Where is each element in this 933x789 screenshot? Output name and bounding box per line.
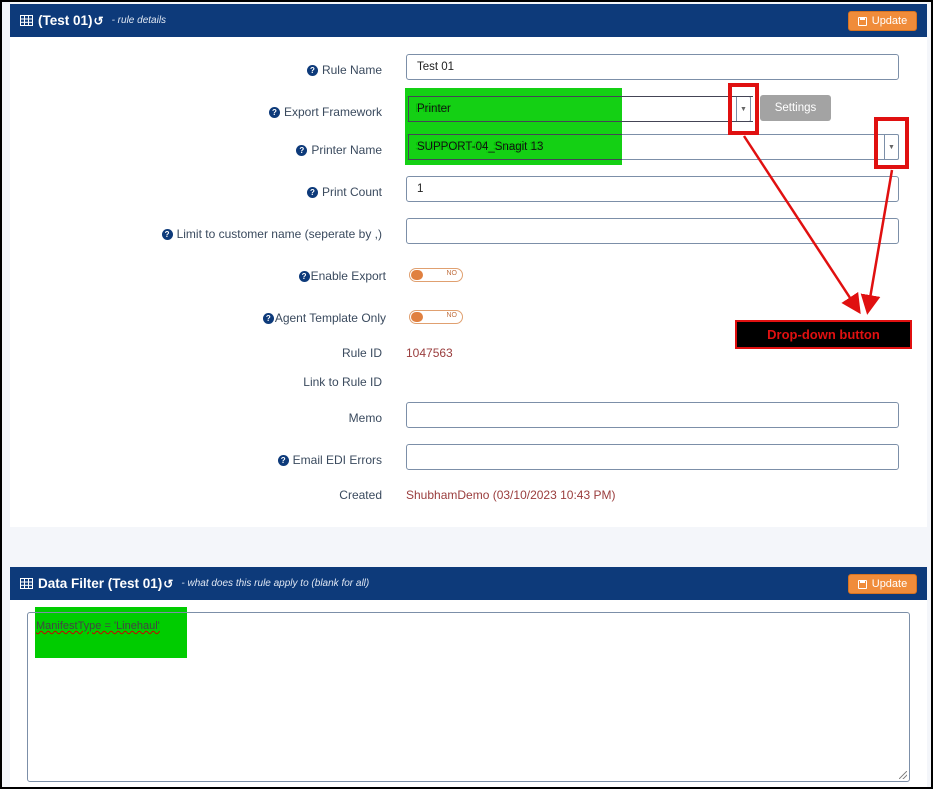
annotation-arrows: [742, 135, 894, 315]
arrow-to-printer: [860, 169, 894, 315]
arrow-to-framework: [742, 135, 861, 315]
dropdown-callout: Drop-down button: [735, 320, 912, 349]
app-frame: (Test 01) ↺ - rule details Update ? Rule…: [2, 2, 931, 787]
